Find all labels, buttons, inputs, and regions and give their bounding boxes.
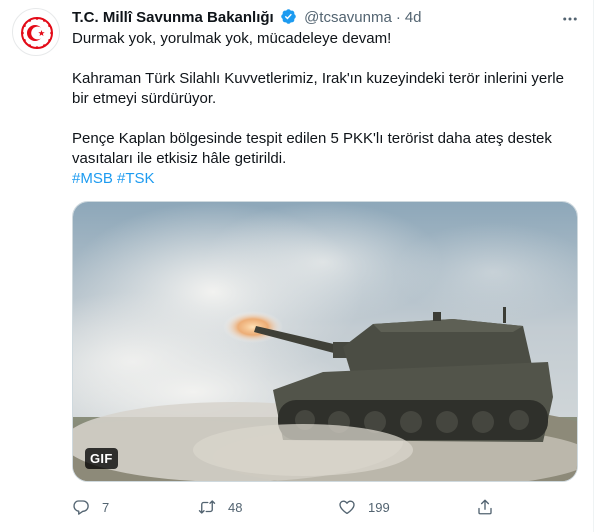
avatar[interactable]	[12, 8, 60, 56]
display-name[interactable]: T.C. Millî Savunma Bakanlığı	[72, 9, 274, 26]
retweet-button[interactable]: 48	[198, 496, 242, 518]
like-button[interactable]: 199	[338, 496, 390, 518]
tweet-line-2: Kahraman Türk Silahlı Kuvvetlerimiz, Ira…	[72, 70, 564, 107]
hashtag-tsk[interactable]: #TSK	[117, 170, 155, 187]
gif-badge: GIF	[85, 448, 118, 469]
share-icon	[478, 499, 492, 515]
tweet-media-gif[interactable]: GIF	[72, 201, 578, 482]
tweet-actions: 7 48 199	[72, 496, 502, 518]
like-count: 199	[368, 499, 390, 515]
retweet-count: 48	[228, 499, 243, 515]
tweet-line-3: Pençe Kaplan bölgesinde tespit edilen 5 …	[72, 130, 552, 167]
tweet-text: Durmak yok, yorulmak yok, mücadeleye dev…	[72, 29, 578, 189]
msb-emblem-icon	[21, 17, 53, 49]
tweet-line-1: Durmak yok, yorulmak yok, mücadeleye dev…	[72, 30, 392, 47]
hashtags: #MSB #TSK	[72, 169, 578, 189]
verified-icon	[281, 9, 296, 24]
separator-dot: ·	[395, 9, 401, 26]
hashtag-msb[interactable]: #MSB	[72, 170, 113, 187]
tweet-header: T.C. Millî Savunma Bakanlığı @tcsavunma ·…	[72, 8, 577, 28]
more-icon[interactable]	[561, 10, 579, 28]
share-button[interactable]	[476, 496, 494, 518]
handle[interactable]: @tcsavunma	[304, 9, 392, 26]
media-howitzer-image	[73, 202, 577, 481]
tweet-card[interactable]: T.C. Millî Savunma Bakanlığı @tcsavunma ·…	[0, 0, 594, 532]
timestamp[interactable]: 4d	[405, 9, 422, 26]
retweet-icon	[198, 500, 216, 514]
reply-button[interactable]: 7	[72, 496, 109, 518]
reply-icon	[73, 500, 89, 515]
reply-count: 7	[102, 499, 110, 515]
like-icon	[339, 500, 355, 515]
